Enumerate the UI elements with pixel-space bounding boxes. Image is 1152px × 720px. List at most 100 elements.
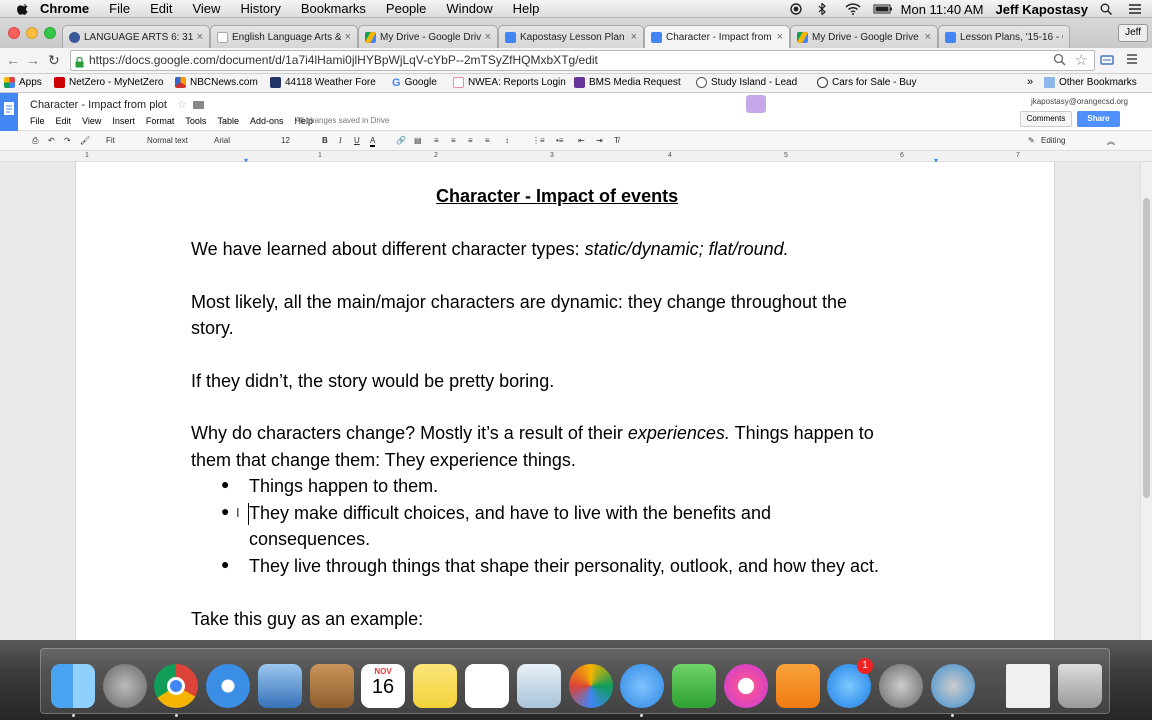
- justify-icon[interactable]: ≡: [485, 136, 490, 145]
- undo-icon[interactable]: ↶: [48, 136, 55, 145]
- calendar-icon[interactable]: NOV 16: [361, 664, 405, 708]
- menu-bookmarks[interactable]: Bookmarks: [301, 1, 366, 16]
- messages-icon[interactable]: [620, 664, 664, 708]
- bold-icon[interactable]: B: [322, 136, 328, 145]
- collapse-chevron-icon[interactable]: ︽: [1107, 136, 1115, 147]
- decrease-indent-icon[interactable]: ⇤: [578, 136, 585, 145]
- close-icon[interactable]: ×: [197, 31, 203, 43]
- align-center-icon[interactable]: ≡: [451, 136, 456, 145]
- close-icon[interactable]: ×: [925, 31, 931, 43]
- font-size-select[interactable]: 12: [281, 136, 290, 145]
- menu-view[interactable]: View: [192, 1, 220, 16]
- bookmark-bms-media[interactable]: BMS Media Request: [574, 77, 681, 88]
- comment-icon[interactable]: ▤: [414, 136, 422, 145]
- quicktime-icon[interactable]: [931, 664, 975, 708]
- docs-menu-file[interactable]: File: [30, 116, 45, 126]
- menu-help[interactable]: Help: [513, 1, 540, 16]
- docs-menu-format[interactable]: Format: [146, 116, 175, 126]
- extension-icon[interactable]: [1100, 53, 1114, 70]
- star-icon[interactable]: ☆: [177, 98, 187, 111]
- itunes-icon[interactable]: [724, 664, 768, 708]
- contacts-icon[interactable]: [310, 664, 354, 708]
- menu-window[interactable]: Window: [446, 1, 492, 16]
- reminders-icon[interactable]: [465, 664, 509, 708]
- forward-icon[interactable]: →: [26, 52, 40, 68]
- menu-history[interactable]: History: [240, 1, 280, 16]
- menu-file[interactable]: File: [109, 1, 130, 16]
- bulleted-list-icon[interactable]: •≡: [556, 136, 563, 145]
- close-icon[interactable]: ×: [345, 31, 351, 43]
- link-icon[interactable]: 🔗: [396, 136, 406, 145]
- docs-menu-view[interactable]: View: [82, 116, 101, 126]
- launchpad-icon[interactable]: [103, 664, 147, 708]
- numbered-list-icon[interactable]: ⋮≡: [532, 136, 545, 145]
- bookmark-weather[interactable]: 44118 Weather Fore: [270, 77, 376, 88]
- close-icon[interactable]: ×: [485, 31, 491, 43]
- comments-button[interactable]: Comments: [1020, 111, 1072, 127]
- minimize-window-button[interactable]: [26, 27, 38, 39]
- bookmark-apps[interactable]: Apps: [4, 77, 42, 88]
- bookmark-star-icon[interactable]: ☆: [1075, 51, 1088, 70]
- apple-icon[interactable]: [16, 2, 30, 16]
- line-spacing-icon[interactable]: ↕: [505, 136, 509, 145]
- safari-icon[interactable]: [206, 664, 250, 708]
- chrome-icon[interactable]: [154, 664, 198, 708]
- bluetooth-icon[interactable]: [817, 2, 833, 16]
- photos-icon[interactable]: [569, 664, 613, 708]
- zoom-select[interactable]: Fit: [106, 136, 115, 145]
- tab-language-arts[interactable]: LANGUAGE ARTS 6: 31 ×: [62, 25, 210, 48]
- bookmark-google[interactable]: G Google: [392, 77, 437, 89]
- vertical-scrollbar[interactable]: [1140, 162, 1152, 640]
- docs-menu-insert[interactable]: Insert: [112, 116, 135, 126]
- reload-icon[interactable]: ↻: [48, 52, 60, 69]
- zoom-window-button[interactable]: [44, 27, 56, 39]
- paint-format-icon[interactable]: 🖌: [80, 136, 90, 145]
- bookmark-nbcnews[interactable]: NBCNews.com: [175, 77, 258, 88]
- app-store-icon[interactable]: 1: [827, 658, 873, 708]
- close-window-button[interactable]: [8, 27, 20, 39]
- bookmark-nwea[interactable]: NWEA: Reports Login: [453, 77, 566, 88]
- chevron-right-icon[interactable]: »: [1027, 76, 1033, 88]
- back-icon[interactable]: ←: [6, 52, 20, 68]
- chrome-menu-icon[interactable]: [1126, 53, 1138, 68]
- tab-my-drive[interactable]: My Drive - Google Drive ×: [358, 25, 498, 48]
- profile-button[interactable]: Jeff: [1118, 24, 1148, 42]
- docs-menu-addons[interactable]: Add-ons: [250, 116, 284, 126]
- menu-app-name[interactable]: Chrome: [40, 1, 89, 16]
- tab-lesson-plans[interactable]: Lesson Plans, '15-16 - G: [938, 25, 1070, 48]
- ibooks-icon[interactable]: [776, 664, 820, 708]
- scrollbar-thumb[interactable]: [1143, 198, 1150, 498]
- docs-menu-tools[interactable]: Tools: [185, 116, 206, 126]
- clock[interactable]: Mon 11:40 AM: [901, 2, 984, 17]
- document-title[interactable]: Character - Impact from plot: [30, 99, 167, 111]
- user-email[interactable]: jkapostasy@orangecsd.org: [1031, 97, 1128, 106]
- facetime-icon[interactable]: [672, 664, 716, 708]
- tab-my-drive-2[interactable]: My Drive - Google Drive ×: [790, 25, 938, 48]
- editing-mode-select[interactable]: Editing: [1041, 136, 1065, 145]
- italic-icon[interactable]: I: [339, 136, 342, 145]
- print-icon[interactable]: ⎙: [32, 136, 38, 146]
- share-button[interactable]: Share: [1077, 111, 1120, 127]
- document-stack-icon[interactable]: [1006, 664, 1050, 708]
- address-bar[interactable]: https://docs.google.com/document/d/1a7i4…: [70, 50, 1095, 71]
- notes-icon[interactable]: [413, 664, 457, 708]
- spotlight-icon[interactable]: [1100, 3, 1116, 16]
- docs-menu-table[interactable]: Table: [217, 116, 239, 126]
- clear-formatting-icon[interactable]: T̸: [614, 136, 619, 145]
- record-icon[interactable]: [789, 3, 805, 15]
- close-icon[interactable]: ×: [777, 31, 783, 43]
- bookmark-other[interactable]: Other Bookmarks: [1044, 77, 1137, 88]
- redo-icon[interactable]: ↷: [64, 136, 71, 145]
- docs-menu-edit[interactable]: Edit: [56, 116, 72, 126]
- finder-icon[interactable]: [51, 664, 95, 708]
- folder-icon[interactable]: [193, 101, 204, 109]
- increase-indent-icon[interactable]: ⇥: [596, 136, 603, 145]
- preview-icon[interactable]: [517, 664, 561, 708]
- document-page[interactable]: Character - Impact of events We have lea…: [75, 162, 1055, 640]
- font-select[interactable]: Arial: [214, 136, 230, 145]
- user-name[interactable]: Jeff Kapostasy: [996, 2, 1088, 17]
- notification-center-icon[interactable]: [1128, 3, 1144, 15]
- menu-people[interactable]: People: [386, 1, 426, 16]
- tab-lesson-plan[interactable]: Kapostasy Lesson Plan ×: [498, 25, 644, 48]
- system-preferences-icon[interactable]: [879, 664, 923, 708]
